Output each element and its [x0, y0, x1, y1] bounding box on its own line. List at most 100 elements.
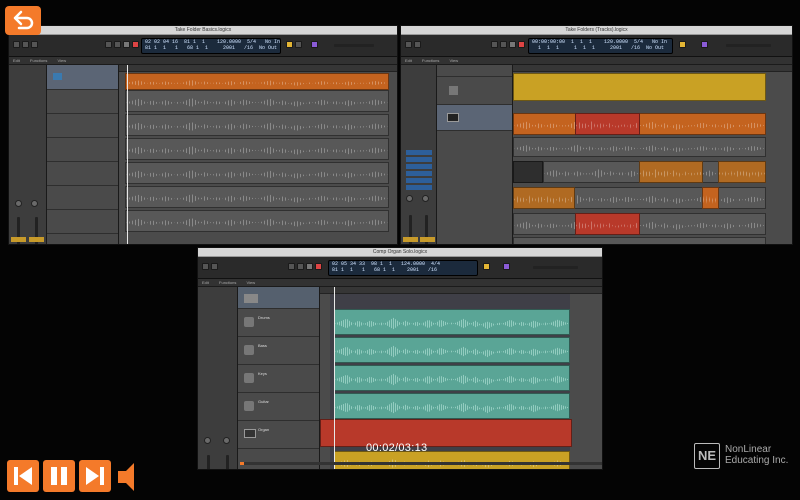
take-region[interactable] — [125, 138, 389, 160]
library-button[interactable] — [405, 41, 412, 48]
forward-button[interactable] — [114, 41, 121, 48]
rewind-button[interactable] — [491, 41, 498, 48]
window-titlebar[interactable]: Comp Organ Solo.logicx — [198, 248, 602, 263]
take-region-active[interactable] — [702, 187, 719, 209]
audio-region[interactable] — [334, 309, 570, 335]
track-header-selected[interactable] — [47, 65, 118, 90]
count-in-button[interactable] — [311, 41, 318, 48]
take-region[interactable] — [125, 162, 389, 184]
track-header-selected[interactable] — [437, 105, 512, 131]
stop-button[interactable] — [123, 41, 130, 48]
menu-edit[interactable]: Edit — [13, 58, 20, 63]
track-header[interactable] — [47, 90, 118, 114]
comp-region[interactable] — [125, 73, 389, 90]
stop-button[interactable] — [306, 263, 313, 270]
forward-button[interactable] — [297, 263, 304, 270]
track-header[interactable] — [47, 138, 118, 162]
take-region[interactable] — [125, 114, 389, 136]
bar-ruler[interactable] — [119, 65, 397, 72]
menu-functions[interactable]: Functions — [422, 58, 439, 63]
window-titlebar[interactable]: Take Folders (Tracks).logicx — [401, 26, 792, 41]
rewind-button[interactable] — [288, 263, 295, 270]
lcd-display[interactable]: 02 05 34 33 98 1 1 124.0000 4/4 81 1 1 1… — [328, 260, 478, 276]
take-region-active[interactable] — [639, 161, 703, 183]
track-header[interactable] — [47, 162, 118, 186]
master-volume-slider[interactable] — [533, 266, 578, 269]
playhead[interactable] — [334, 287, 335, 469]
volume-fader[interactable] — [207, 455, 210, 469]
inspector-button[interactable] — [211, 263, 218, 270]
menu-view[interactable]: View — [247, 280, 256, 285]
track-header[interactable] — [437, 65, 512, 77]
progress-bar[interactable] — [240, 462, 602, 465]
library-button[interactable] — [202, 263, 209, 270]
menu-edit[interactable]: Edit — [202, 280, 209, 285]
audio-region[interactable] — [334, 337, 570, 363]
playhead[interactable] — [127, 65, 128, 244]
cycle-button[interactable] — [483, 263, 490, 270]
track-header[interactable]: Keys — [238, 365, 319, 393]
master-volume-slider[interactable] — [726, 44, 771, 47]
take-region-active[interactable] — [718, 161, 766, 183]
volume-button[interactable] — [116, 460, 144, 494]
menu-view[interactable]: View — [450, 58, 459, 63]
track-header[interactable] — [47, 210, 118, 234]
lcd-display[interactable]: 02 02 04 16 81 1 1 120.0000 5/4 No In 81… — [141, 38, 281, 54]
track-header-selected[interactable] — [238, 287, 319, 309]
comp-region-selected[interactable] — [575, 113, 640, 135]
arrange-area[interactable] — [119, 65, 397, 244]
bar-ruler[interactable] — [320, 287, 602, 294]
audio-fx-slots[interactable] — [406, 150, 432, 190]
empty-take[interactable] — [513, 161, 543, 183]
record-button[interactable] — [518, 41, 525, 48]
arrange-area[interactable] — [513, 65, 792, 244]
record-button[interactable] — [132, 41, 139, 48]
menu-view[interactable]: View — [58, 58, 67, 63]
take-region[interactable] — [125, 210, 389, 232]
track-header[interactable] — [47, 114, 118, 138]
track-header[interactable]: Drums — [238, 309, 319, 337]
track-header[interactable]: Organ — [238, 421, 319, 449]
take-region[interactable] — [513, 137, 766, 157]
take-region-active[interactable] — [513, 187, 575, 209]
pan-knob[interactable] — [223, 437, 230, 444]
pan-knob[interactable] — [31, 200, 38, 207]
pan-knob[interactable] — [15, 200, 22, 207]
take-region[interactable] — [513, 237, 766, 244]
cycle-button[interactable] — [679, 41, 686, 48]
track-header[interactable]: Guitar — [238, 393, 319, 421]
skip-forward-button[interactable] — [79, 460, 111, 492]
pan-knob[interactable] — [406, 195, 413, 202]
pan-knob[interactable] — [422, 195, 429, 202]
count-in-button[interactable] — [503, 263, 510, 270]
record-button[interactable] — [315, 263, 322, 270]
window-titlebar[interactable]: Take Folder Basics.logicx — [9, 26, 397, 41]
recording-region[interactable] — [320, 419, 572, 447]
menu-functions[interactable]: Functions — [30, 58, 47, 63]
master-volume-slider[interactable] — [334, 44, 374, 47]
track-header[interactable] — [437, 77, 512, 105]
tuner-button[interactable] — [295, 41, 302, 48]
audio-region[interactable] — [334, 365, 570, 391]
pan-knob[interactable] — [204, 437, 211, 444]
track-header[interactable] — [47, 186, 118, 210]
bar-ruler[interactable] — [513, 65, 792, 72]
forward-button[interactable] — [500, 41, 507, 48]
rewind-button[interactable] — [105, 41, 112, 48]
volume-fader[interactable] — [226, 455, 229, 469]
stop-button[interactable] — [509, 41, 516, 48]
pause-button[interactable] — [43, 460, 75, 492]
track-header[interactable]: Bass — [238, 337, 319, 365]
lcd-display[interactable]: 00:00:00:00 1 1 1 120.0000 5/4 No In 1 1… — [528, 38, 673, 54]
take-region[interactable] — [125, 90, 389, 112]
count-in-button[interactable] — [701, 41, 708, 48]
inspector-button[interactable] — [414, 41, 421, 48]
skip-back-button[interactable] — [7, 460, 39, 492]
take-region-active[interactable] — [575, 213, 640, 235]
take-region[interactable] — [125, 186, 389, 208]
menu-edit[interactable]: Edit — [405, 58, 412, 63]
exit-button[interactable] — [5, 6, 41, 35]
menu-functions[interactable]: Functions — [219, 280, 236, 285]
library-button[interactable] — [13, 41, 20, 48]
cycle-button[interactable] — [286, 41, 293, 48]
